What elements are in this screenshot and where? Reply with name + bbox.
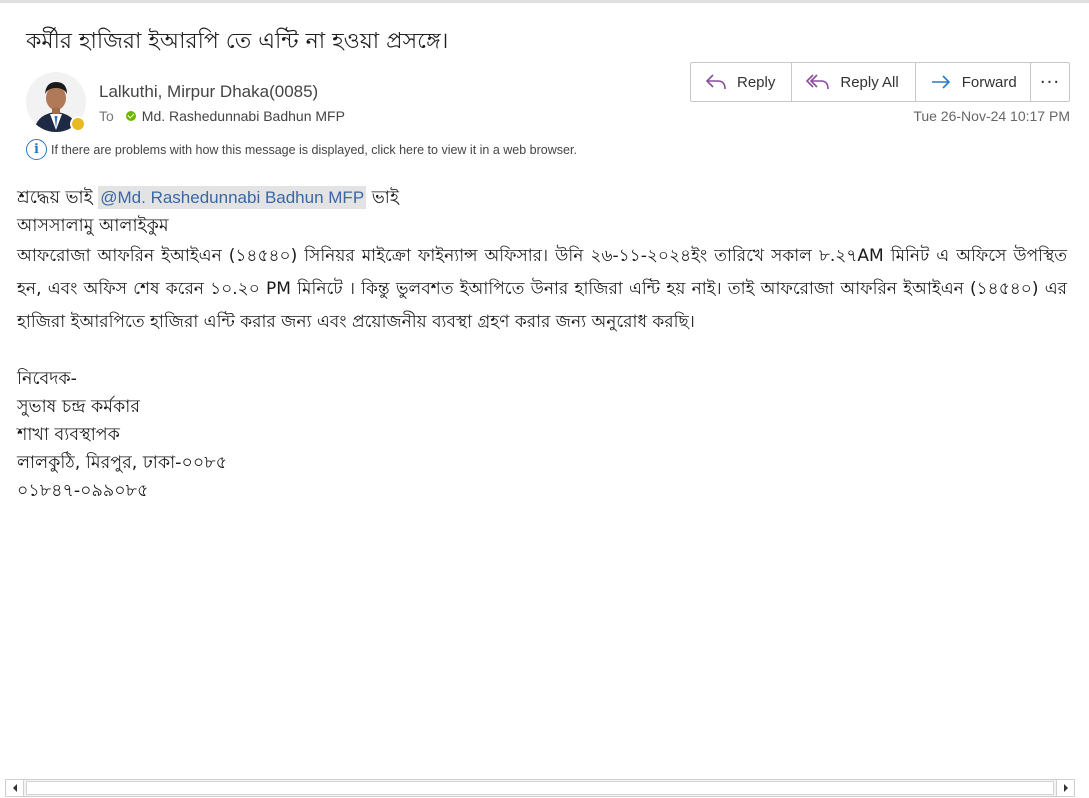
- salam-line: আসসালামু আলাইকুম: [17, 216, 169, 236]
- sender-avatar[interactable]: [26, 72, 86, 132]
- message-actions: Reply Reply All Forward: [690, 62, 1034, 102]
- body-paragraph: আফরোজা আফরিন ইআইএন (১৪৫৪০) সিনিয়র মাইক্…: [17, 246, 1067, 332]
- greeting-suffix: ভাই: [366, 188, 399, 208]
- signature-line: ০১৮৪৭-০৯৯০৮৫: [17, 481, 149, 501]
- reply-button[interactable]: Reply: [691, 63, 793, 101]
- sender-name[interactable]: Lalkuthi, Mirpur Dhaka(0085): [99, 82, 318, 102]
- reply-all-label: Reply All: [840, 73, 899, 91]
- mention-link[interactable]: @Md. Rashedunnabi Badhun MFP: [98, 186, 367, 209]
- to-label: To: [99, 108, 114, 124]
- recipient-available-icon: [125, 111, 136, 121]
- horizontal-scrollbar[interactable]: [5, 779, 1075, 797]
- reply-all-button[interactable]: Reply All: [792, 63, 916, 101]
- signature-line: নিবেদক-: [17, 369, 77, 389]
- more-actions-button[interactable]: ···: [1030, 62, 1070, 102]
- forward-label: Forward: [961, 73, 1017, 91]
- window-top-border: [0, 0, 1089, 3]
- infobar-text: If there are problems with how this mess…: [51, 142, 577, 157]
- scrollbar-thumb[interactable]: [26, 781, 1054, 795]
- signature-line: লালকুঠি, মিরপুর, ঢাকা-০০৮৫: [17, 453, 227, 473]
- triangle-left-icon: [12, 784, 17, 792]
- reply-icon: [705, 74, 726, 90]
- email-subject: কর্মীর হাজিরা ইআরপি তে এন্টি না হওয়া প্…: [26, 29, 449, 54]
- greeting-line: শ্রদ্ধেয় ভাই @Md. Rashedunnabi Badhun M…: [17, 184, 1067, 212]
- presence-away-icon: [70, 116, 86, 132]
- scroll-right-button[interactable]: [1056, 780, 1074, 796]
- reply-label: Reply: [737, 73, 776, 91]
- greeting-prefix: শ্রদ্ধেয় ভাই: [17, 188, 99, 208]
- forward-button[interactable]: Forward: [916, 63, 1033, 101]
- signature-line: শাখা ব্যবস্থাপক: [17, 425, 120, 445]
- sent-timestamp: Tue 26-Nov-24 10:17 PM: [913, 108, 1070, 124]
- triangle-right-icon: [1063, 784, 1068, 792]
- info-icon: i: [26, 139, 47, 160]
- infobar-view-in-browser[interactable]: i If there are problems with how this me…: [26, 139, 577, 160]
- message-body: শ্রদ্ধেয় ভাই @Md. Rashedunnabi Badhun M…: [17, 184, 1067, 505]
- more-icon: ···: [1039, 71, 1061, 93]
- forward-arrow-icon: [931, 75, 950, 89]
- recipient-line: To Md. Rashedunnabi Badhun MFP: [99, 108, 345, 124]
- signature-line: সুভাষ চন্দ্র কর্মকার: [17, 397, 140, 417]
- recipient-name[interactable]: Md. Rashedunnabi Badhun MFP: [142, 108, 345, 124]
- scroll-left-button[interactable]: [6, 780, 24, 796]
- reply-all-icon: [806, 74, 830, 90]
